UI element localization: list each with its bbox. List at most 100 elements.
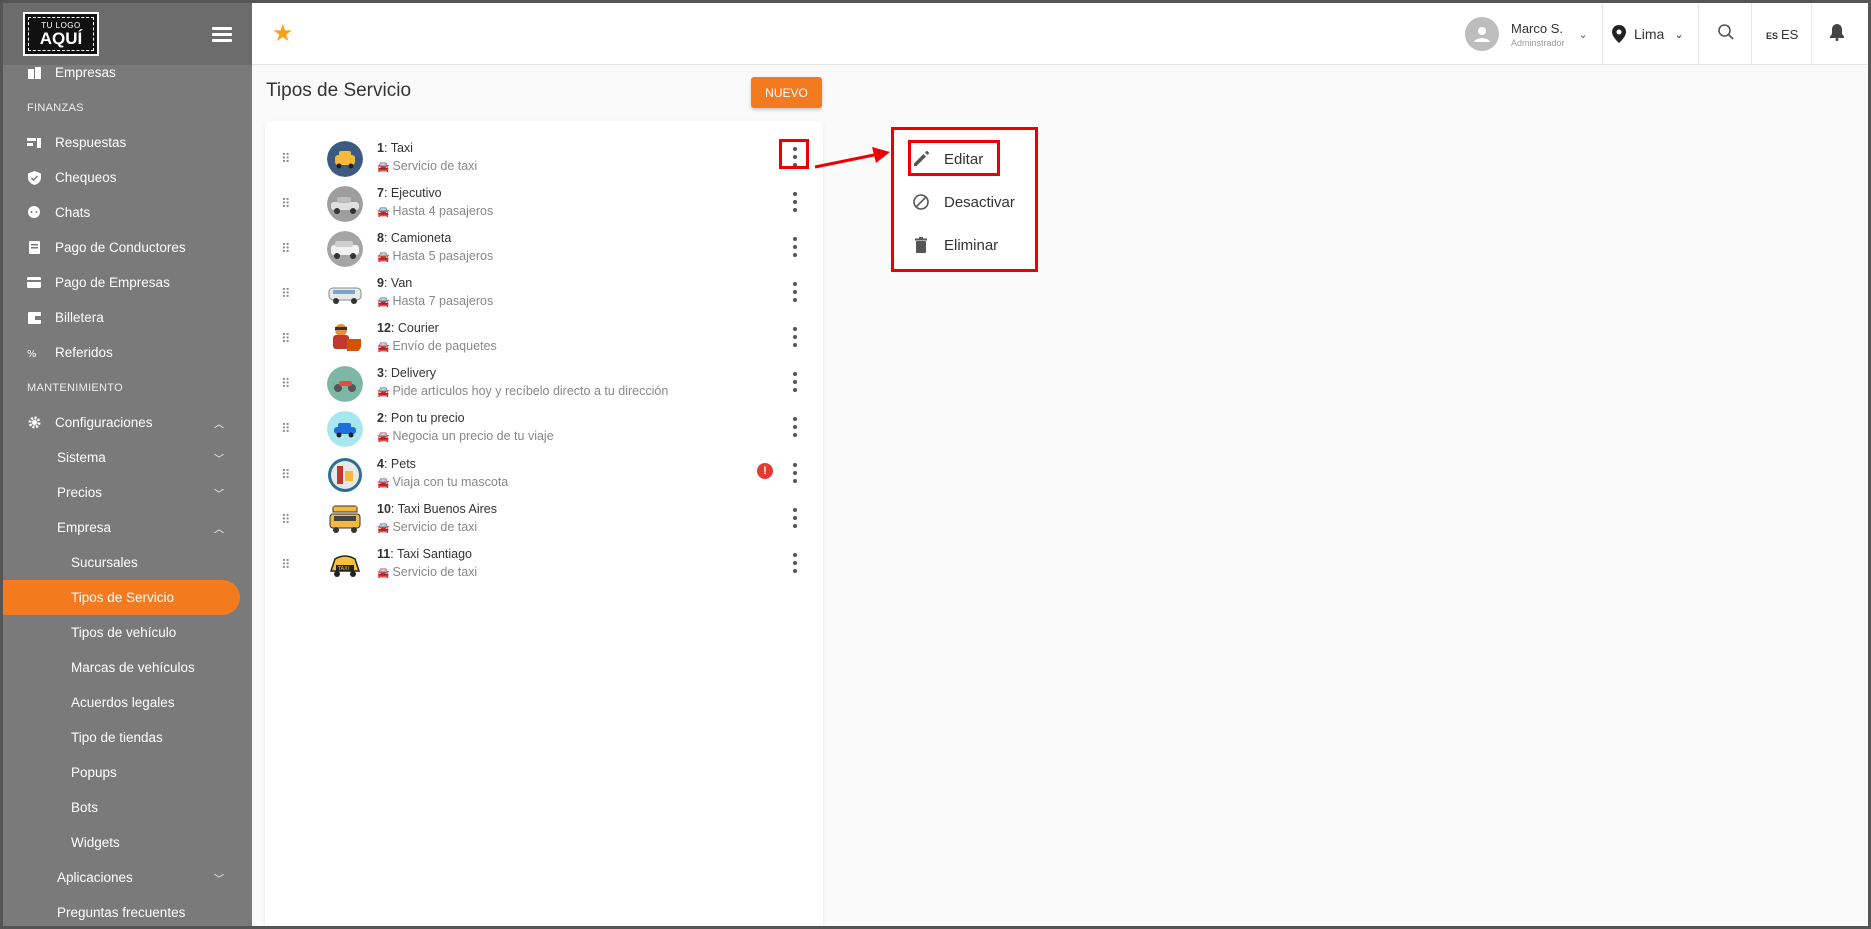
sidebar-item-bots[interactable]: Bots: [3, 790, 252, 825]
svg-text:%: %: [27, 349, 37, 359]
user-menu[interactable]: Marco S. Adminstrador ⌄: [1465, 17, 1588, 51]
menu-item-deactivate[interactable]: Desactivar: [912, 193, 1015, 211]
service-avatar: [327, 502, 363, 538]
sidebar-item-label: Sistema: [57, 450, 106, 465]
car-icon: 🚘: [377, 207, 390, 218]
car-icon: 🚘: [377, 478, 390, 489]
service-name: Taxi Santiago: [396, 547, 473, 561]
sidebar-item-acuerdos-legales[interactable]: Acuerdos legales: [3, 685, 252, 720]
service-name: Pon tu precio: [390, 411, 465, 425]
city-label: Lima: [1634, 26, 1665, 42]
menu-item-delete[interactable]: Eliminar: [912, 236, 998, 254]
sidebar: TU LOGO AQUÍ Empresas FINANZAS Respuestas C…: [3, 3, 252, 926]
more-vertical-icon[interactable]: [793, 417, 797, 437]
drag-handle-icon[interactable]: ⠿: [281, 421, 290, 437]
chevron-down-icon: ﹀: [214, 874, 224, 885]
sidebar-item-label: Widgets: [71, 835, 120, 850]
sidebar-item-label: Sucursales: [71, 555, 138, 570]
sidebar-item-empresa[interactable]: Empresa ︿: [3, 510, 252, 545]
sidebar-item-widgets[interactable]: Widgets: [3, 825, 252, 860]
service-title: 8: Camioneta: [377, 231, 452, 245]
drag-handle-icon[interactable]: ⠿: [281, 151, 290, 167]
sidebar-item-aplicaciones[interactable]: Aplicaciones ﹀: [3, 860, 252, 895]
building-icon: [27, 66, 41, 80]
sidebar-item-pago-de-conductores[interactable]: Pago de Conductores: [3, 230, 252, 265]
service-avatar: [327, 366, 363, 402]
sidebar-item-label: Empresas: [55, 65, 116, 80]
more-vertical-icon[interactable]: [793, 237, 797, 257]
sidebar-item-marcas-de-vehiculos[interactable]: Marcas de vehículos: [3, 650, 252, 685]
sidebar-item-label: Pago de Conductores: [55, 240, 186, 255]
sidebar-item-label: Acuerdos legales: [71, 695, 175, 710]
service-name: Courier: [397, 321, 439, 335]
drag-handle-icon[interactable]: ⠿: [281, 196, 290, 212]
svg-text:TAXI: TAXI: [337, 566, 349, 572]
sidebar-item-configuraciones[interactable]: Configuraciones ︿: [3, 405, 252, 440]
sidebar-item-sistema[interactable]: Sistema ﹀: [3, 440, 252, 475]
hamburger-menu-icon[interactable]: [212, 26, 232, 42]
sidebar-item-tipos-de-servicio[interactable]: Tipos de Servicio: [3, 580, 240, 615]
sidebar-item-tipo-de-tiendas[interactable]: Tipo de tiendas: [3, 720, 252, 755]
drag-handle-icon[interactable]: ⠿: [281, 557, 290, 573]
referral-icon: %: [27, 346, 41, 360]
sidebar-item-chats[interactable]: Chats: [3, 195, 252, 230]
service-avatar: [327, 141, 363, 177]
list-item[interactable]: ⠿ TAXI 11: Taxi Santiago 🚘 Servicio de taxi: [265, 537, 823, 591]
service-id: 2: [377, 411, 384, 425]
more-vertical-icon[interactable]: [793, 553, 797, 573]
more-vertical-icon[interactable]: [793, 463, 797, 483]
more-vertical-icon[interactable]: [793, 192, 797, 212]
sidebar-section-mantenimiento: MANTENIMIENTO: [27, 381, 123, 394]
sidebar-item-referidos[interactable]: % Referidos: [3, 335, 252, 370]
sidebar-item-sucursales[interactable]: Sucursales: [3, 545, 252, 580]
sidebar-item-label: Referidos: [55, 345, 113, 360]
service-description: 🚘 Envío de paquetes: [377, 339, 497, 353]
service-id: 1: [377, 141, 384, 155]
sidebar-item-pago-de-empresas[interactable]: Pago de Empresas: [3, 265, 252, 300]
menu-item-edit[interactable]: Editar: [912, 150, 983, 168]
chevron-down-icon: ⌄: [1674, 28, 1684, 41]
drag-handle-icon[interactable]: ⠿: [281, 512, 290, 528]
chevron-down-icon: ﹀: [214, 489, 224, 500]
sidebar-item-label: Pago de Empresas: [55, 275, 170, 290]
sidebar-item-billetera[interactable]: Billetera: [3, 300, 252, 335]
service-id: 12: [377, 321, 391, 335]
sidebar-item-chequeos[interactable]: Chequeos: [3, 160, 252, 195]
sidebar-item-precios[interactable]: Precios ﹀: [3, 475, 252, 510]
chevron-up-icon: ︿: [214, 524, 224, 535]
drag-handle-icon[interactable]: ⠿: [281, 331, 290, 347]
sidebar-item-popups[interactable]: Popups: [3, 755, 252, 790]
service-id: 10: [377, 502, 391, 516]
drag-handle-icon[interactable]: ⠿: [281, 467, 290, 483]
favorite-star-icon[interactable]: ★: [272, 19, 294, 48]
chevron-up-icon: ︿: [214, 419, 224, 430]
sidebar-item-preguntas-frecuentes[interactable]: Preguntas frecuentes: [3, 895, 252, 926]
service-avatar: TAXI: [327, 547, 363, 583]
user-role: Adminstrador: [1511, 37, 1565, 48]
more-vertical-icon[interactable]: [793, 508, 797, 528]
responses-icon: [27, 136, 41, 150]
more-vertical-icon[interactable]: [793, 282, 797, 302]
city-selector[interactable]: Lima ⌄: [1612, 25, 1684, 43]
drag-handle-icon[interactable]: ⠿: [281, 241, 290, 257]
service-name: Van: [390, 276, 413, 290]
row-action-menu: Editar Desactivar Eliminar: [891, 127, 1038, 272]
search-icon[interactable]: [1717, 23, 1735, 46]
sidebar-item-respuestas[interactable]: Respuestas: [3, 125, 252, 160]
drag-handle-icon[interactable]: ⠿: [281, 376, 290, 392]
service-id: 8: [377, 231, 384, 245]
service-id: 11: [377, 547, 391, 561]
service-title: 7: Ejecutivo: [377, 186, 442, 200]
sidebar-item-label: Tipo de tiendas: [71, 730, 163, 745]
more-vertical-icon[interactable]: [793, 372, 797, 392]
sidebar-item-empresas[interactable]: Empresas: [3, 55, 252, 90]
new-button[interactable]: NUEVO: [751, 77, 822, 108]
service-description: 🚘 Servicio de taxi: [377, 520, 478, 534]
sidebar-item-tipos-de-vehiculo[interactable]: Tipos de vehículo: [3, 615, 252, 650]
bell-icon[interactable]: [1829, 23, 1845, 46]
language-selector[interactable]: ES ES: [1766, 27, 1798, 42]
flag-es-icon: ES: [1766, 31, 1779, 41]
service-title: 4: Pets: [377, 457, 416, 471]
drag-handle-icon[interactable]: ⠿: [281, 286, 290, 302]
more-vertical-icon[interactable]: [793, 327, 797, 347]
